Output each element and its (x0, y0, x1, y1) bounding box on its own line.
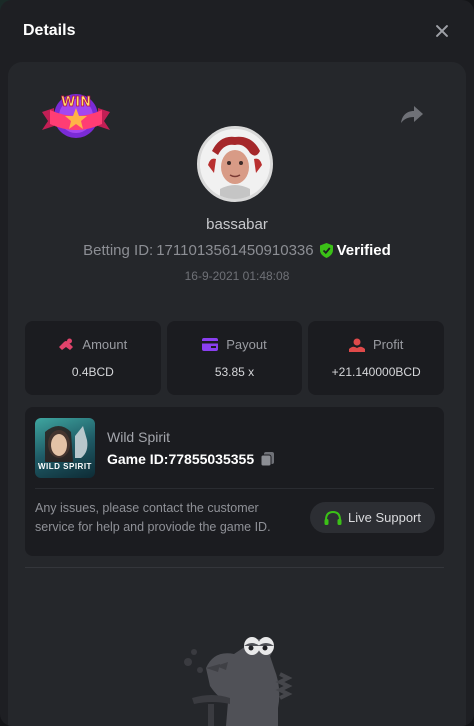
game-card-divider (35, 488, 434, 489)
win-badge-icon: WIN (42, 94, 110, 138)
stat-amount-value: 0.4BCD (71, 365, 114, 379)
stat-payout-label: Payout (226, 337, 267, 352)
modal-header: Details (0, 0, 474, 62)
profit-icon (349, 338, 365, 352)
stat-profit: Profit +21.140000BCD (308, 321, 445, 395)
payout-card-icon (202, 338, 219, 351)
modal-title: Details (23, 22, 76, 39)
win-badge-text: WIN (61, 95, 91, 110)
support-message: Any issues, please contact the customer … (35, 501, 271, 534)
stat-payout-value: 53.85 x (214, 365, 255, 379)
game-id-value: 77855035355 (168, 451, 255, 467)
betting-id-row: Betting ID: 1711013561450910336 Verified (8, 242, 466, 259)
bet-stats: Amount 0.4BCD Payout 53.85 x Profit +21.… (25, 321, 445, 395)
game-info-card: WILD SPIRIT Wild Spirit Game ID: 7785503… (25, 407, 444, 556)
amount-icon (59, 338, 74, 350)
verified-shield-icon (319, 243, 333, 258)
user-avatar (197, 126, 273, 202)
stat-profit-label: Profit (373, 337, 404, 352)
game-id-row: Game ID: 77855035355 (107, 451, 276, 467)
bet-timestamp: 16-9-2021 01:48:08 (184, 269, 290, 283)
bet-details-card: WIN bassabar Betting ID: 171101356145091… (8, 62, 466, 726)
stat-payout: Payout 53.85 x (166, 321, 303, 395)
game-thumbnail-text: WILD SPIRIT (38, 462, 92, 471)
copy-icon[interactable] (260, 451, 276, 467)
stat-profit-value: +21.140000BCD (331, 365, 421, 379)
live-support-button[interactable]: Live Support (310, 502, 435, 533)
stat-amount: Amount 0.4BCD (25, 321, 161, 395)
stat-amount-label: Amount (82, 337, 128, 352)
game-thumbnail[interactable]: WILD SPIRIT (35, 418, 95, 478)
share-icon[interactable] (400, 104, 424, 124)
details-modal: Details WIN bassabar Betting ID: 1711013… (0, 0, 474, 726)
close-button[interactable] (432, 21, 452, 41)
live-support-label: Live Support (348, 510, 421, 525)
betting-id-value: 1711013561450910336 (156, 242, 314, 259)
betting-id-label: Betting ID: (83, 242, 154, 259)
game-id-label: Game ID: (107, 451, 169, 467)
headset-icon (324, 510, 342, 525)
verified-badge: Verified (319, 242, 391, 259)
crocodile-mascot-icon (184, 637, 293, 726)
section-divider (25, 567, 444, 568)
username: bassabar (206, 216, 268, 233)
verified-label: Verified (336, 242, 391, 259)
game-name: Wild Spirit (107, 429, 171, 445)
